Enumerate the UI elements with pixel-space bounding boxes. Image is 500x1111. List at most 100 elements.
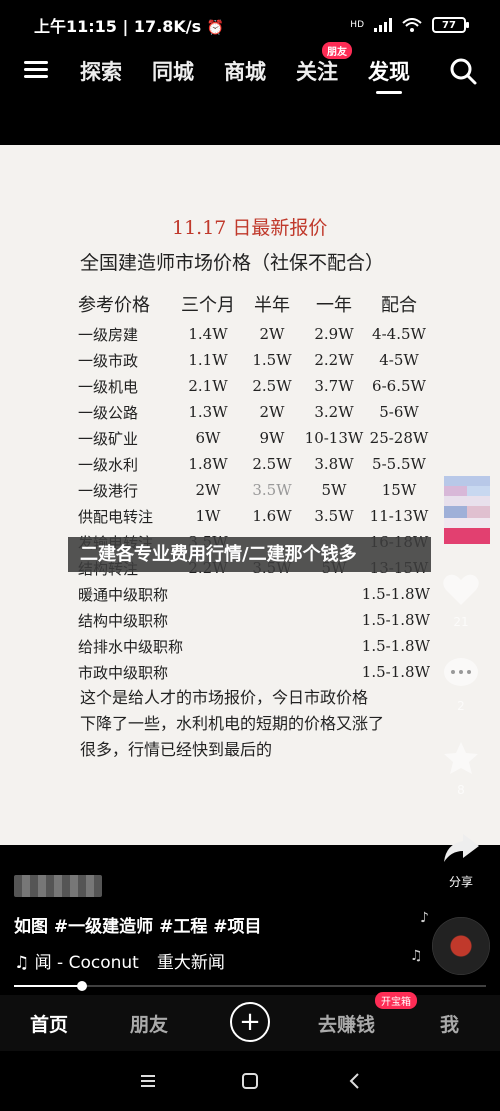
music-extra: 重大新闻 <box>156 953 225 973</box>
favorite-action[interactable]: 8 <box>436 740 486 797</box>
comment-icon <box>444 658 478 686</box>
like-action[interactable]: 21 <box>436 572 486 629</box>
cell: 一级公路 <box>78 403 139 422</box>
top-nav: 探索 同城 商城 关注 朋友 发现 <box>0 42 500 94</box>
comment-count: 2 <box>457 699 465 713</box>
tab-earn[interactable]: 去赚钱 <box>318 1010 375 1037</box>
doc-title: 11.17 日最新报价 <box>172 217 328 239</box>
music-disc-icon[interactable] <box>432 917 490 975</box>
comment-action[interactable]: 2 <box>436 656 486 713</box>
cell: 2W <box>195 481 221 499</box>
heart-icon <box>443 574 479 605</box>
cell: 2.1W <box>188 377 228 395</box>
video-progress-bar[interactable] <box>14 981 486 991</box>
table-row: 一级市政 1.1W 1.5W 2.2W 4-5W <box>78 347 434 373</box>
cell: 暖通中级职称 <box>78 585 169 604</box>
author-name[interactable] <box>14 875 102 897</box>
cell: 2.2W <box>314 351 354 369</box>
cell: 6-6.5W <box>372 377 426 395</box>
status-bar: 上午11:15 | 17.8K/s ⏰ HD 77 <box>0 0 500 50</box>
cell: 5W <box>321 481 347 499</box>
back-icon[interactable] <box>345 1071 365 1091</box>
net-speed: 17.8K/s <box>133 17 202 36</box>
cell: 1.5-1.8W <box>361 663 430 681</box>
music-note-icon: ♫ <box>410 948 423 964</box>
cell: 一级水利 <box>78 455 139 474</box>
cell: 3.5W <box>314 507 354 525</box>
system-nav-bar <box>0 1051 500 1111</box>
tab-nearby[interactable]: 同城 <box>152 56 194 86</box>
price-table: 参考价格 三个月 半年 一年 配合 一级房建 1.4W 2W 2.9W 4-4.5W 一… <box>78 287 434 685</box>
menu-icon[interactable] <box>24 58 48 82</box>
tab-explore[interactable]: 探索 <box>80 56 122 86</box>
video-content[interactable]: 11.17 日最新报价 全国建造师市场价格（社保不配合） 参考价格 三个月 半年… <box>0 145 500 845</box>
like-count: 21 <box>453 615 469 629</box>
creator-avatar[interactable] <box>444 476 490 544</box>
cell: 5-6W <box>379 403 419 421</box>
cell: 3.7W <box>314 377 354 395</box>
bottom-tab-bar: 首页 朋友 + 去赚钱 开宝箱 我 <box>0 992 500 1051</box>
avatar-icon <box>444 476 490 544</box>
table-row: 一级矿业 6W 9W 10-13W 25-28W <box>78 425 434 451</box>
status-time: 上午11:15 | 17.8K/s ⏰ <box>34 17 225 36</box>
doc-note: 这个是给人才的市场报价，今日市政价格 下降了一些，水利机电的短期的价格又涨了 很… <box>80 685 440 763</box>
battery-icon: 77 <box>432 17 469 33</box>
cell: 1.5-1.8W <box>361 585 430 603</box>
cell: 2.9W <box>314 325 354 343</box>
cell: 1.5-1.8W <box>361 611 430 629</box>
tab-friends[interactable]: 朋友 <box>130 1010 168 1037</box>
table-row: 结构中级职称 1.5-1.8W <box>78 607 434 633</box>
cell: 1.1W <box>188 351 228 369</box>
cell: 3.2W <box>314 403 354 421</box>
tab-home[interactable]: 首页 <box>30 1010 68 1037</box>
cell: 一级房建 <box>78 325 139 344</box>
table-row: 供配电转注 1W 1.6W 3.5W 11-13W <box>78 503 434 529</box>
tab-discover[interactable]: 发现 <box>368 56 410 94</box>
cell: 6W <box>195 429 221 447</box>
share-action[interactable]: 分享 <box>436 830 486 890</box>
tab-mall[interactable]: 商城 <box>224 56 266 86</box>
cell: 一级机电 <box>78 377 139 396</box>
header-cell: 配合 <box>381 295 417 316</box>
cell: 一级港行 <box>78 481 139 500</box>
header-cell: 参考价格 <box>78 295 150 316</box>
cell: 给排水中级职称 <box>78 637 184 656</box>
search-icon[interactable] <box>448 56 478 86</box>
note-line: 下降了一些，水利机电的短期的价格又涨了 <box>80 714 385 733</box>
tab-me[interactable]: 我 <box>440 1010 459 1037</box>
cell: 3.8W <box>314 455 354 473</box>
note-line: 这个是给人才的市场报价，今日市政价格 <box>80 688 369 707</box>
table-row: 一级公路 1.3W 2W 3.2W 5-6W <box>78 399 434 425</box>
home-icon[interactable] <box>240 1071 260 1091</box>
cell: 2.5W <box>252 455 292 473</box>
cell: 1.5-1.8W <box>361 637 430 655</box>
table-row: 市政中级职称 1.5-1.8W <box>78 659 434 685</box>
note-line: 很多，行情已经快到最后的 <box>80 740 273 759</box>
music-row[interactable]: ♫ 闻 - Coconut 重大新闻 <box>14 948 254 973</box>
cell: 2W <box>259 403 285 421</box>
cell: 一级市政 <box>78 351 139 370</box>
create-button[interactable]: + <box>230 1002 270 1042</box>
cell: 15W <box>381 481 417 499</box>
table-row: 暖通中级职称 1.5-1.8W <box>78 581 434 607</box>
cell: 4-4.5W <box>372 325 426 343</box>
video-description[interactable]: 如图 #一级建造师 #工程 #项目 <box>14 912 262 937</box>
music-title: ♫ 闻 - Coconut <box>14 953 139 973</box>
tab-following[interactable]: 关注 朋友 <box>296 42 352 86</box>
progress-fill <box>14 985 83 987</box>
table-header: 参考价格 三个月 半年 一年 配合 <box>78 287 434 321</box>
cell: 1.5W <box>252 351 292 369</box>
share-label: 分享 <box>448 875 473 889</box>
star-icon <box>444 742 478 774</box>
network-label: HD <box>350 20 364 30</box>
cell: 10-13W <box>304 429 364 447</box>
recents-icon[interactable] <box>138 1071 158 1091</box>
share-icon <box>444 834 479 862</box>
header-cell: 半年 <box>254 295 290 316</box>
signal-icon <box>374 18 392 32</box>
nav-tabs: 探索 同城 商城 关注 朋友 发现 <box>80 42 410 94</box>
cell: 1W <box>195 507 221 525</box>
cell: 3.5W <box>252 481 292 499</box>
cell: 11-13W <box>369 507 429 525</box>
progress-knob[interactable] <box>77 981 88 991</box>
